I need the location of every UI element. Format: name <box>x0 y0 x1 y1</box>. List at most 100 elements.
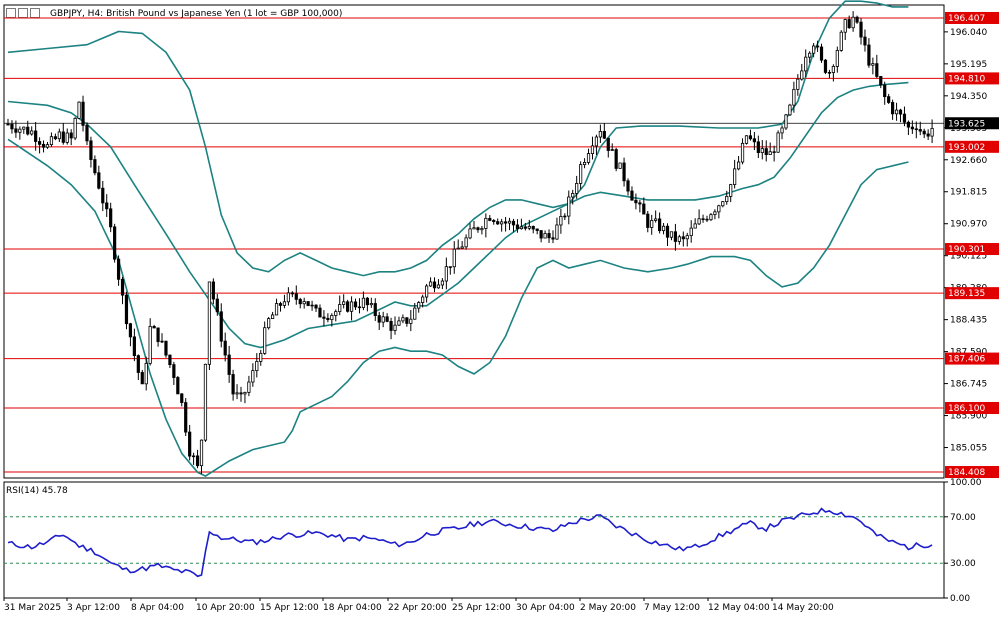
rsi-axis-label: 70.00 <box>950 513 976 523</box>
candle-body <box>910 126 914 130</box>
candle-body <box>531 226 535 230</box>
candle-body <box>669 231 674 238</box>
candle-body <box>665 225 670 238</box>
candle-body <box>377 315 381 323</box>
candle-body <box>768 151 772 155</box>
candle-body <box>432 281 437 289</box>
candle-body <box>148 326 152 364</box>
candle-body <box>879 76 883 86</box>
candle-body <box>535 228 539 231</box>
candle-body <box>326 317 330 321</box>
candle-body <box>654 218 658 221</box>
candle-body <box>270 314 275 320</box>
candle-body <box>918 129 922 132</box>
candle-body <box>622 162 626 182</box>
price-axis-label: 188.435 <box>950 316 987 326</box>
candle-body <box>22 126 26 130</box>
candle-body <box>239 392 243 395</box>
candle-body <box>436 284 441 289</box>
candle-body <box>219 311 223 342</box>
rsi-line <box>7 507 933 578</box>
candle-body <box>543 233 547 239</box>
candle-body <box>713 211 717 216</box>
candle-body <box>823 59 828 73</box>
candle-body <box>930 127 934 137</box>
candle-body <box>484 217 488 229</box>
candle-body <box>606 137 610 151</box>
candle-body <box>887 96 891 103</box>
candle-body <box>227 354 231 375</box>
candle-body <box>128 323 133 338</box>
candle-body <box>409 318 413 324</box>
candle-body <box>73 117 77 139</box>
candle-body <box>614 149 618 169</box>
candle-body <box>819 46 824 61</box>
time-axis-label: 18 Apr 04:00 <box>323 603 382 613</box>
candle-body <box>417 302 421 309</box>
candle-body <box>875 63 879 77</box>
candle-body <box>69 132 73 139</box>
candle-body <box>800 70 804 80</box>
candle-body <box>772 151 776 153</box>
candle-body <box>689 227 693 237</box>
bollinger-middle-line <box>7 81 909 349</box>
candle-body <box>460 246 464 249</box>
rsi-axis-label: 100.00 <box>950 478 982 488</box>
candle-body <box>124 294 129 325</box>
candle-body <box>673 231 678 242</box>
price-chart[interactable]: 196.040195.195194.350193.505192.660191.8… <box>0 0 1000 620</box>
candle-body <box>736 161 741 170</box>
x-axis: 31 Mar 2025 3 Apr 12:00 8 Apr 04:00 10 Apr … <box>3 598 834 613</box>
candle-body <box>847 19 851 29</box>
rsi-pane: 100.00 70.00 30.00 0.00 <box>3 478 982 604</box>
candle-body <box>247 381 251 393</box>
candle-body <box>10 123 14 130</box>
candle-body <box>144 362 148 385</box>
candle-body <box>717 205 721 213</box>
candle-body <box>132 336 136 356</box>
candle-body <box>294 293 298 300</box>
candle-body <box>788 104 792 116</box>
candle-body <box>338 304 342 313</box>
price-axis-label: 186.745 <box>950 380 987 390</box>
candle-body <box>405 317 409 324</box>
candle-body <box>926 133 930 137</box>
main-pane: 196.040195.195194.350193.505192.660191.8… <box>3 0 999 479</box>
candle-body <box>744 135 749 144</box>
candle-body <box>555 224 559 240</box>
time-axis-label: 31 Mar 2025 <box>4 603 61 613</box>
candle-body <box>306 301 310 306</box>
candle-body <box>136 355 140 373</box>
candle-body <box>45 144 50 148</box>
candle-body <box>267 318 271 329</box>
price-axis-label: 185.055 <box>950 444 987 454</box>
candle-body <box>503 221 508 224</box>
time-axis-label: 10 Apr 20:00 <box>196 603 255 613</box>
candle-body <box>456 247 460 250</box>
candle-body <box>440 280 445 286</box>
candle-body <box>85 124 89 142</box>
candle-body <box>547 233 551 239</box>
candle-body <box>365 297 369 306</box>
candle-body <box>488 217 492 221</box>
candle-body <box>180 393 184 403</box>
candle-body <box>81 101 85 126</box>
candle-body <box>286 292 290 303</box>
candle-body <box>863 36 867 46</box>
candle-body <box>808 52 812 58</box>
candle-body <box>156 327 160 343</box>
candle-body <box>894 109 899 115</box>
candle-body <box>697 218 701 225</box>
time-axis-label: 14 May 20:00 <box>772 603 834 613</box>
level-price-label: 196.407 <box>948 14 985 24</box>
candle-body <box>425 285 429 298</box>
candle-body <box>120 278 125 296</box>
candle-body <box>393 324 397 331</box>
candle-body <box>353 301 358 308</box>
candle-body <box>357 306 362 309</box>
candle-body <box>579 164 583 184</box>
candle-body <box>168 354 172 366</box>
candle-body <box>113 226 117 260</box>
time-axis-label: 2 May 20:00 <box>580 603 636 613</box>
candle-body <box>685 235 689 240</box>
